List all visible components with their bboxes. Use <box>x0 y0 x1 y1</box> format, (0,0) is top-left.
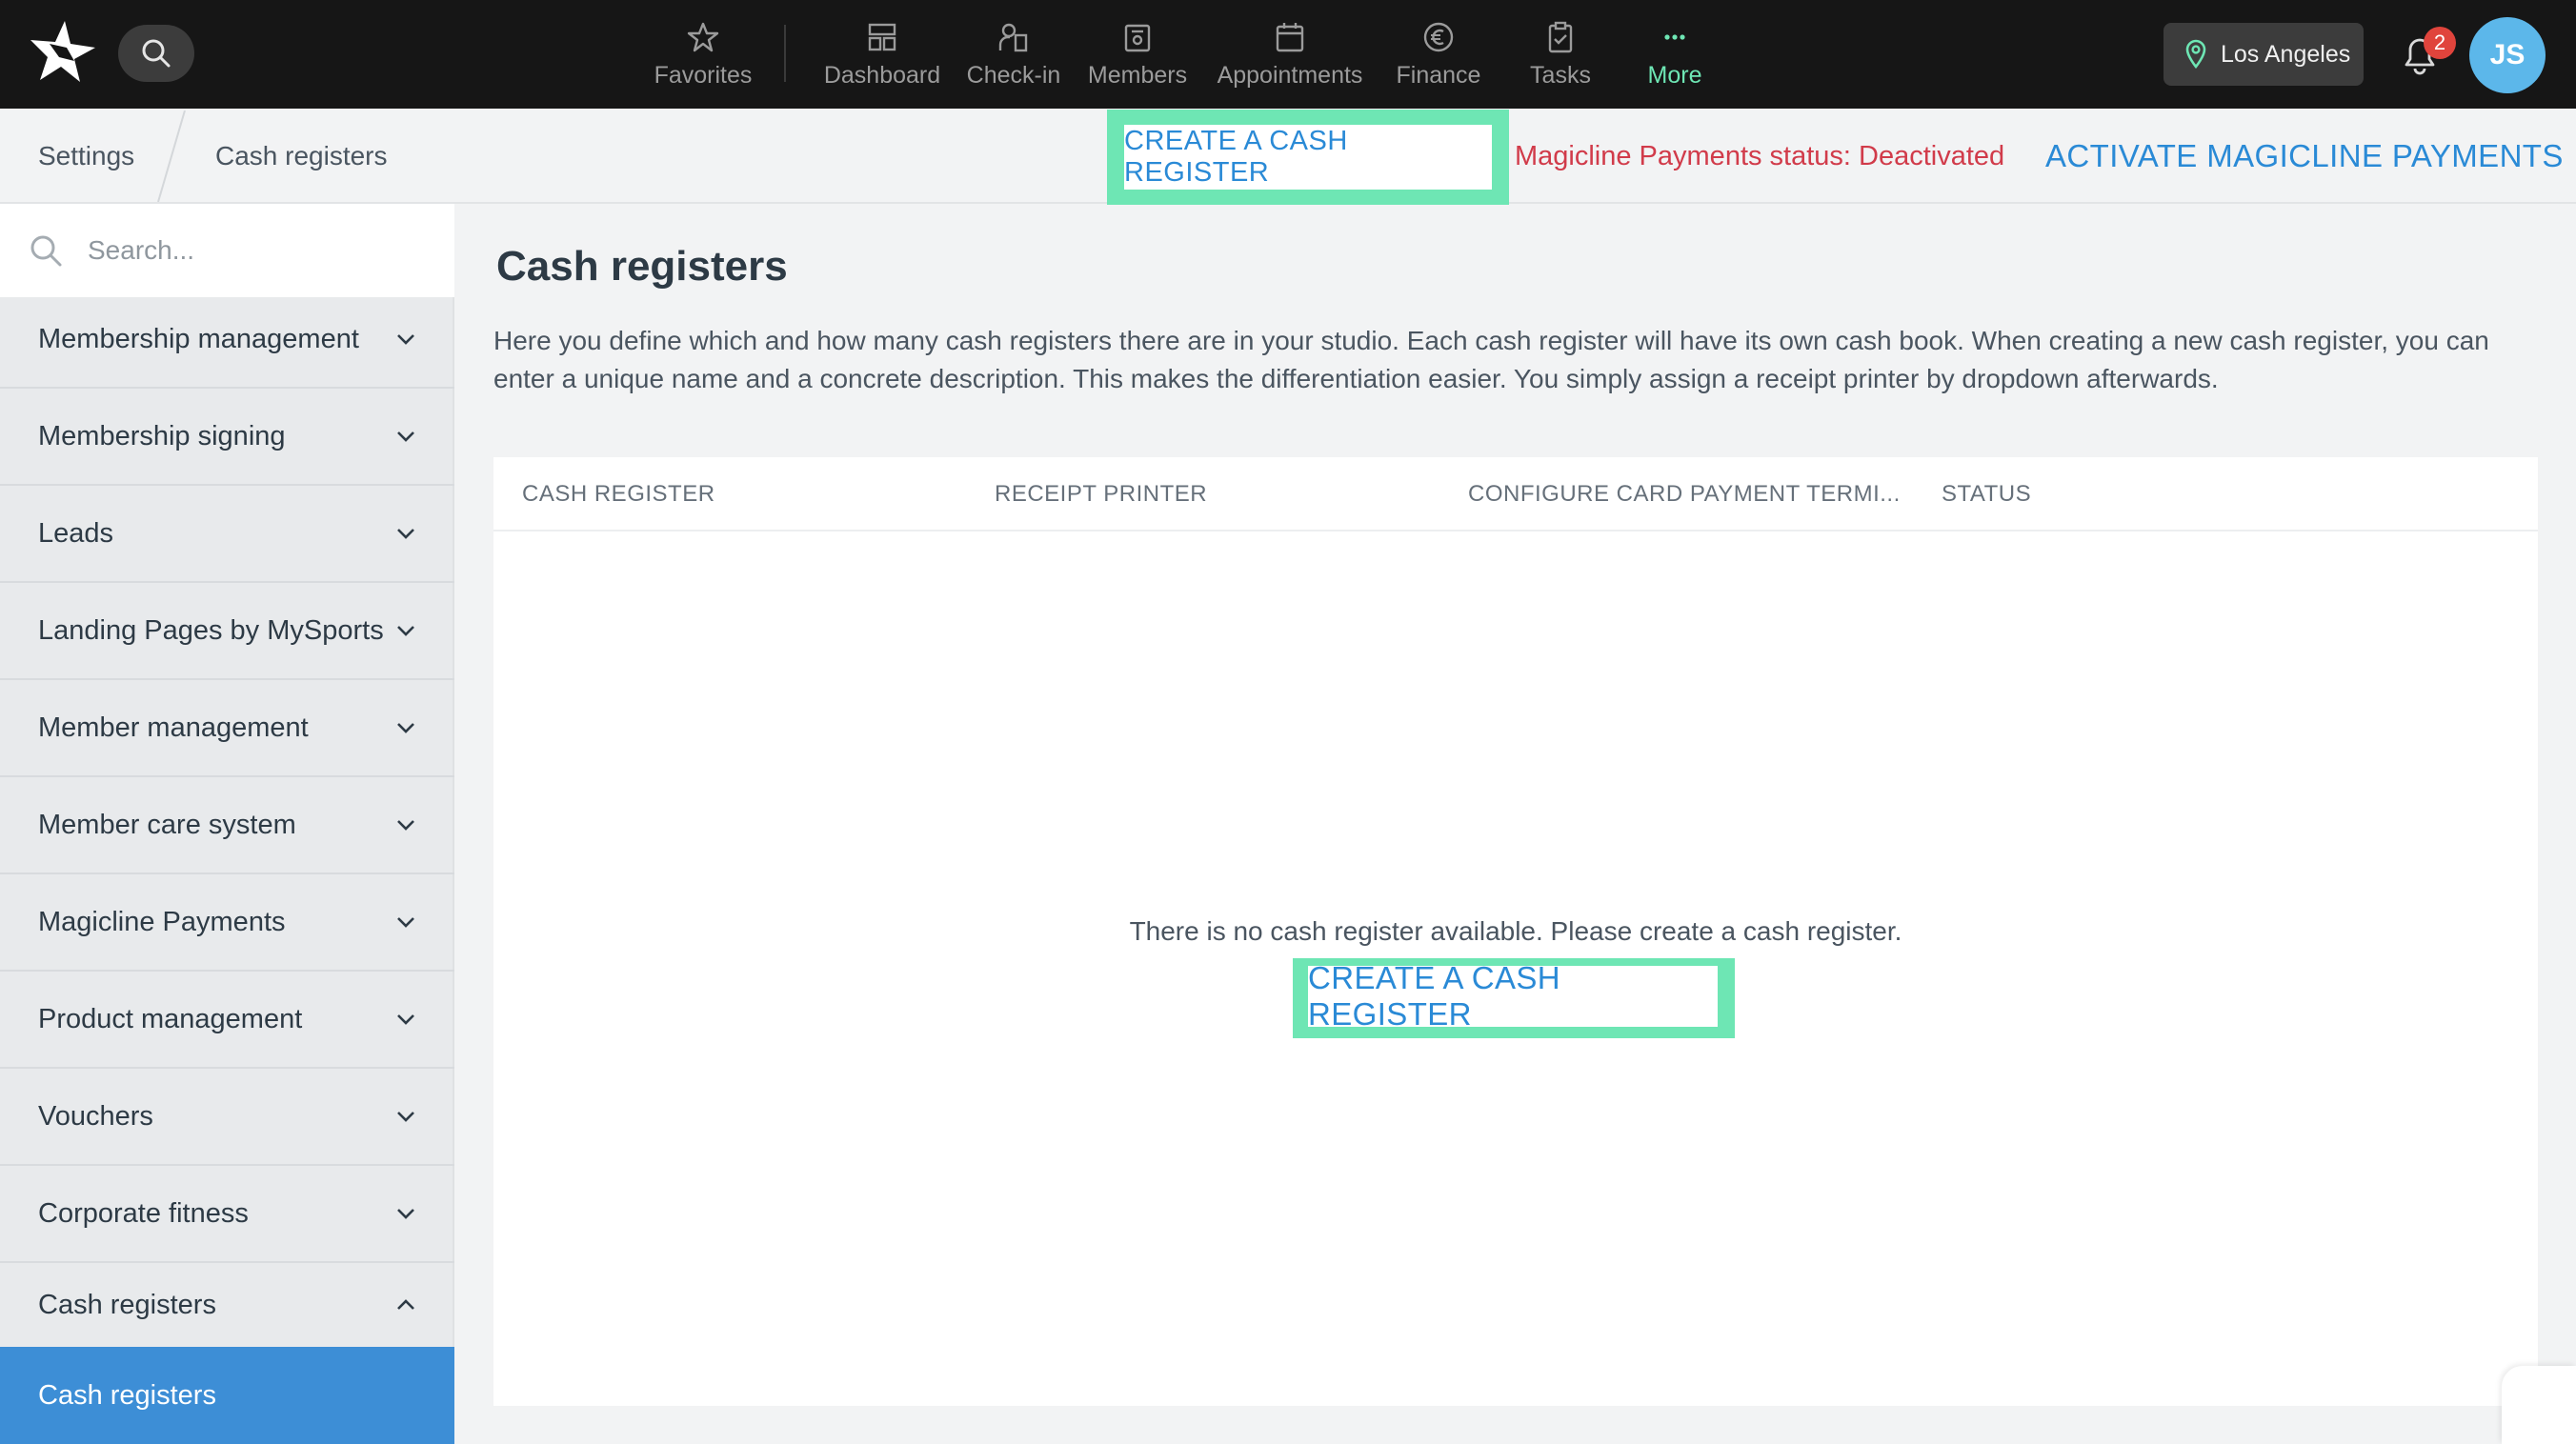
sidebar-item-magicline-payments[interactable]: Magicline Payments <box>0 874 454 972</box>
sidebar-item-cash-registers[interactable]: Cash registers <box>0 1263 454 1347</box>
page-title: Cash registers <box>496 243 788 290</box>
nav-label: Members <box>1087 61 1188 89</box>
euro-icon <box>1423 22 1454 51</box>
chevron-down-icon <box>397 723 414 733</box>
sidebar-item-label: Corporate fitness <box>38 1197 249 1229</box>
sidebar-item-label: Leads <box>38 517 114 549</box>
sidebar-item-label: Cash registers <box>38 1289 216 1320</box>
sidebar-item-landing-pages[interactable]: Landing Pages by MySports <box>0 583 454 680</box>
notification-count-badge: 2 <box>2424 27 2456 59</box>
sidebar-search[interactable]: Search... <box>0 204 454 297</box>
nav-label: Finance <box>1396 61 1481 89</box>
sidebar-item-label: Membership management <box>38 323 359 354</box>
chevron-down-icon <box>397 431 414 442</box>
nav-label: Check-in <box>966 61 1061 89</box>
chevron-down-icon <box>397 1014 414 1025</box>
chevron-down-icon <box>397 917 414 928</box>
intro-text: Here you define which and how many cash … <box>493 326 2489 393</box>
nav-favorites[interactable]: Favorites <box>654 0 753 109</box>
create-cash-register-button[interactable]: CREATE A CASH REGISTER <box>1308 960 1718 1032</box>
sidebar-search-placeholder: Search... <box>88 235 195 265</box>
breadcrumb-separator <box>157 110 186 202</box>
sidebar-item-label: Vouchers <box>38 1100 153 1132</box>
cash-registers-table: CASH REGISTER RECEIPT PRINTER CONFIGURE … <box>493 457 2538 1406</box>
payments-status-text: Magicline Payments status: Deactivated <box>1515 140 2005 171</box>
clipboard-icon <box>1548 21 1573 52</box>
user-avatar[interactable]: JS <box>2469 17 2546 93</box>
location-selector[interactable]: Los Angeles <box>2163 23 2364 86</box>
chevron-down-icon <box>397 820 414 831</box>
nav-label: More <box>1647 61 1702 89</box>
sidebar-subitem-cash-registers[interactable]: Cash registers <box>0 1347 454 1444</box>
members-icon <box>1124 24 1151 51</box>
sidebar-item-member-care-system[interactable]: Member care system <box>0 777 454 874</box>
sidebar-item-label: Magicline Payments <box>38 906 286 937</box>
dashboard-icon <box>868 23 896 50</box>
sidebar-item-membership-signing[interactable]: Membership signing <box>0 389 454 486</box>
nav-members[interactable]: Members <box>1086 0 1189 109</box>
sidebar-item-vouchers[interactable]: Vouchers <box>0 1069 454 1166</box>
nav-check-in[interactable]: Check-in <box>966 0 1061 109</box>
nav-more[interactable]: More <box>1637 0 1713 109</box>
chevron-down-icon <box>397 626 414 636</box>
sidebar-item-label: Member management <box>38 712 309 743</box>
sidebar-item-product-management[interactable]: Product management <box>0 972 454 1069</box>
chevron-down-icon <box>397 1112 414 1122</box>
star-icon <box>687 22 719 51</box>
nav-label: Tasks <box>1530 61 1591 89</box>
column-header-card-payment-terminal[interactable]: CONFIGURE CARD PAYMENT TERMI... <box>1468 457 1901 531</box>
column-header-cash-register[interactable]: CASH REGISTER <box>522 457 715 531</box>
nav-label: Appointments <box>1217 61 1363 89</box>
location-label: Los Angeles <box>2221 40 2351 68</box>
more-dots-icon <box>1664 33 1685 40</box>
activate-payments-link[interactable]: ACTIVATE MAGICLINE PAYMENTS <box>2045 109 2564 204</box>
sidebar-item-label: Landing Pages by MySports <box>38 614 384 646</box>
search-icon <box>30 235 62 267</box>
chevron-up-icon <box>397 1299 414 1310</box>
nav-dashboard[interactable]: Dashboard <box>823 0 941 109</box>
nav-divider <box>784 25 786 82</box>
breadcrumb-cash-registers: Cash registers <box>215 141 388 170</box>
sidebar-item-label: Product management <box>38 1003 303 1034</box>
column-header-status[interactable]: STATUS <box>1942 457 2031 531</box>
empty-state-message: There is no cash register available. Ple… <box>1129 916 1902 946</box>
sidebar-item-membership-management[interactable]: Membership management <box>0 291 454 389</box>
sidebar-item-corporate-fitness[interactable]: Corporate fitness <box>0 1166 454 1263</box>
chat-widget[interactable] <box>2502 1366 2576 1444</box>
chevron-down-icon <box>397 334 414 345</box>
nav-label: Favorites <box>654 61 753 89</box>
nav-label: Dashboard <box>823 61 941 89</box>
nav-tasks[interactable]: Tasks <box>1520 0 1600 109</box>
top-navigation-bar: Favorites Dashboard Check-in Members App… <box>0 0 2576 109</box>
breadcrumb-settings[interactable]: Settings <box>38 109 134 204</box>
check-in-icon <box>998 23 1028 51</box>
table-header: CASH REGISTER RECEIPT PRINTER CONFIGURE … <box>493 457 2538 531</box>
sidebar-item-label: Member care system <box>38 809 296 840</box>
column-header-receipt-printer[interactable]: RECEIPT PRINTER <box>995 457 1207 531</box>
sidebar-item-leads[interactable]: Leads <box>0 486 454 583</box>
settings-sidebar: Search... Membership management Membersh… <box>0 204 454 1444</box>
nav-finance[interactable]: Finance <box>1391 0 1486 109</box>
create-cash-register-button-top[interactable]: CREATE A CASH REGISTER <box>1124 125 1492 190</box>
search-icon <box>142 39 171 68</box>
calendar-icon <box>1276 22 1304 51</box>
nav-appointments[interactable]: Appointments <box>1212 0 1368 109</box>
sidebar-item-member-management[interactable]: Member management <box>0 680 454 777</box>
sidebar-item-label: Membership signing <box>38 420 286 451</box>
app-logo-icon[interactable] <box>27 19 99 86</box>
chevron-down-icon <box>397 529 414 539</box>
global-search-button[interactable] <box>118 25 194 82</box>
chevron-down-icon <box>397 1209 414 1219</box>
location-pin-icon <box>2185 39 2206 70</box>
